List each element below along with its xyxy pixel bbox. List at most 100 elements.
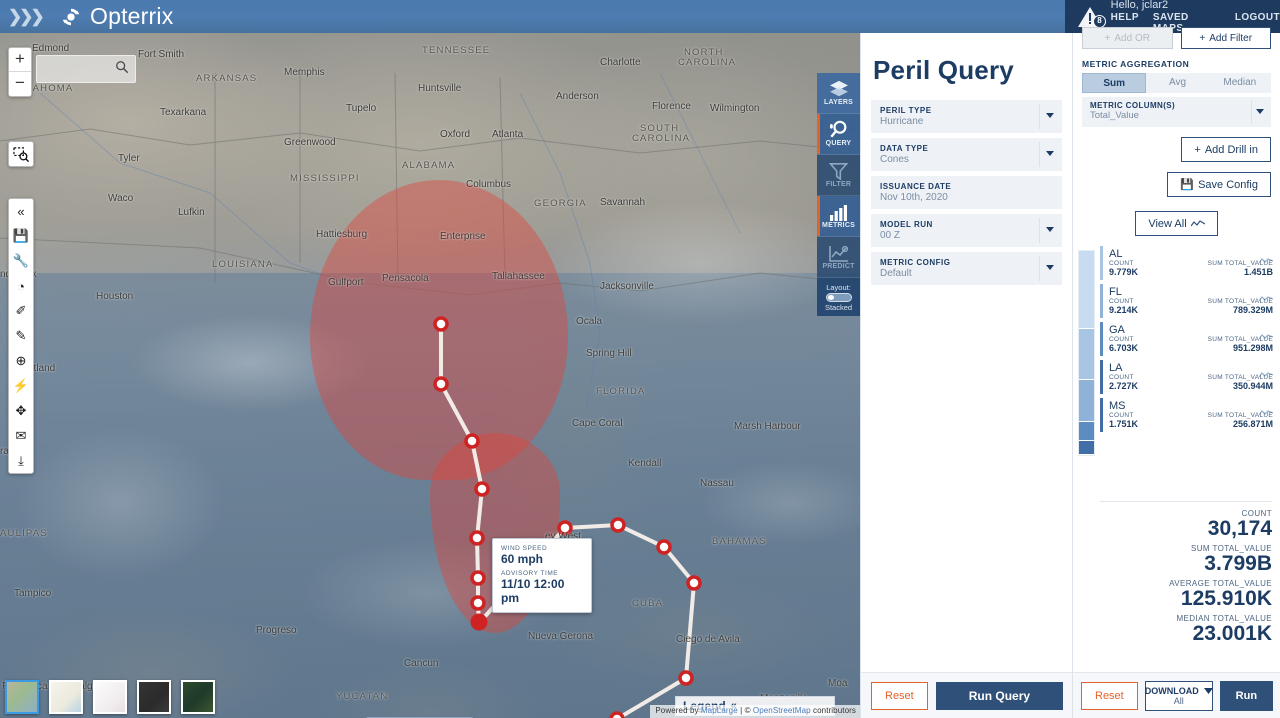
query-field-peril-type[interactable]: PERIL TYPE Hurricane (871, 100, 1062, 133)
query-field-data-type[interactable]: DATA TYPE Cones (871, 138, 1062, 171)
download-icon[interactable]: ⤓ (11, 452, 31, 470)
wrench-icon[interactable]: 🔧 (11, 252, 31, 270)
brand[interactable]: Opterrix (60, 3, 173, 30)
tab-layers[interactable]: LAYERS (817, 73, 860, 114)
tab-metrics[interactable]: METRICS (817, 196, 860, 237)
chevron-down-icon[interactable] (1046, 227, 1054, 232)
tab-label: METRICS (822, 222, 855, 229)
add-or-button[interactable]: + Add OR (1082, 27, 1173, 49)
topographic-basemap[interactable] (5, 680, 39, 714)
aggregation-option-avg[interactable]: Avg (1146, 73, 1208, 93)
add-or-label: Add OR (1114, 32, 1150, 44)
basemap-selector[interactable] (5, 680, 215, 714)
sum-label: SUM TOTAL_VALUE (1207, 374, 1273, 381)
tab-label: PREDICT (822, 263, 855, 270)
add-filter-button[interactable]: + Add Filter (1180, 27, 1271, 49)
map-tab-strip[interactable]: LAYERS QUERY FILTER METRICS PREDICT Layout: St… (817, 73, 860, 316)
metric-columns-value: Total_Value (1090, 110, 1139, 121)
query-reset-button[interactable]: Reset (871, 681, 928, 710)
stack-segment-fl[interactable] (1079, 328, 1094, 380)
expand-panel-icon[interactable]: ❯❯❯ (8, 7, 45, 27)
stack-segment-la[interactable] (1079, 422, 1094, 442)
state-stacked-bar[interactable] (1078, 250, 1095, 456)
stack-segment-ga[interactable] (1079, 379, 1094, 423)
chevron-down-icon[interactable] (1256, 109, 1264, 114)
run-query-button[interactable]: Run Query (935, 681, 1063, 710)
save-config-button[interactable]: 💾 Save Config (1167, 172, 1271, 197)
aggregation-option-sum[interactable]: Sum (1082, 73, 1147, 93)
sum-label: SUM TOTAL_VALUE (1207, 412, 1273, 419)
view-all-button[interactable]: View All (1135, 211, 1218, 236)
stack-segment-al[interactable] (1079, 251, 1094, 329)
zoom-control[interactable]: + − (8, 47, 32, 97)
funnel-icon (829, 162, 848, 180)
cloud-eye-icon[interactable]: ◔ (11, 277, 31, 295)
state-list[interactable]: AL COUNT 9.779K SUM TOTAL_VALUE 1.451B FL COUN… (1100, 246, 1276, 436)
field-value: Default (880, 268, 912, 279)
divider (1039, 142, 1040, 167)
state-abbr: AL (1109, 248, 1123, 260)
tab-filter[interactable]: FILTER (817, 155, 860, 196)
state-row[interactable]: GA COUNT 6.703K SUM TOTAL_VALUE 951.298M (1100, 322, 1276, 356)
divider (1251, 100, 1252, 124)
map-tool-tray[interactable]: « 💾 🔧 ◔ ✐ ✎ ⊕ ⚡ ✥ ✉ ⤓ (8, 198, 34, 474)
toggle-switch[interactable] (825, 292, 852, 302)
query-field-model-run[interactable]: MODEL RUN 00 Z (871, 214, 1062, 247)
map-attribution: Powered by MapLarge | © OpenStreetMap co… (650, 705, 860, 718)
dark-basemap[interactable] (137, 680, 171, 714)
tab-query[interactable]: QUERY (817, 114, 860, 155)
street-basemap[interactable] (93, 680, 127, 714)
wind-speed-label: WIND SPEED (501, 545, 548, 552)
state-row[interactable]: FL COUNT 9.214K SUM TOTAL_VALUE 789.329M (1100, 284, 1276, 318)
total-value: 30,174 (1207, 517, 1272, 540)
stack-segment-ms[interactable] (1079, 441, 1094, 455)
zoom-out-button[interactable]: − (9, 72, 31, 96)
openstreetmap-link[interactable]: OpenStreetMap (753, 706, 811, 715)
floppy-disk-icon: 💾 (1180, 179, 1195, 191)
field-label: DATA TYPE (880, 144, 929, 153)
query-field-metric-config[interactable]: METRIC CONFIG Default (871, 252, 1062, 285)
metric-aggregation-toggle[interactable]: Sum Avg Median (1082, 73, 1271, 93)
total-value: 23.001K (1192, 622, 1272, 646)
zoom-in-button[interactable]: + (9, 48, 31, 72)
aggregation-option-median[interactable]: Median (1209, 73, 1271, 93)
state-row[interactable]: LA COUNT 2.727K SUM TOTAL_VALUE 350.944M (1100, 360, 1276, 394)
note-edit-icon[interactable]: ✎ (11, 327, 31, 345)
maplarge-link[interactable]: MapLarge (701, 706, 738, 715)
layout-label: Layout: (826, 282, 851, 292)
box-select-search-icon[interactable] (8, 141, 34, 167)
metric-columns-field[interactable]: METRIC COLUMN(S) Total_Value (1082, 97, 1271, 127)
metrics-panel: + Add OR + Add Filter METRIC AGGREGATION… (1072, 27, 1280, 718)
metrics-run-button[interactable]: Run (1219, 680, 1273, 711)
advisory-time-label: ADVISORY TIME (501, 570, 559, 577)
collapse-toolbar-icon[interactable]: « (11, 202, 31, 220)
map-search-box[interactable] (36, 55, 136, 83)
chevron-down-icon[interactable] (1046, 113, 1054, 118)
satellite-basemap[interactable] (181, 680, 215, 714)
state-row[interactable]: MS COUNT 1.751K SUM TOTAL_VALUE 256.871M (1100, 398, 1276, 432)
chevron-down-icon[interactable] (1046, 151, 1054, 156)
draw-pen-icon[interactable]: ✐ (11, 302, 31, 320)
map-canvas[interactable]: Edmond Fort Smith TENNESSEE Memphis Charlott… (0, 33, 860, 718)
magnifier-icon (829, 120, 849, 139)
layout-toggle[interactable]: Layout: Stacked (817, 278, 860, 316)
light-basemap[interactable] (49, 680, 83, 714)
field-value: 00 Z (880, 230, 901, 241)
brand-name: Opterrix (90, 3, 174, 29)
count-value: 9.779K (1109, 267, 1139, 277)
lightning-icon[interactable]: ⚡ (11, 377, 31, 395)
twitter-icon[interactable]: ✉ (11, 427, 31, 445)
download-dropdown[interactable]: DOWNLOAD All (1144, 680, 1213, 711)
sum-label: SUM TOTAL_VALUE (1207, 336, 1273, 343)
metrics-reset-button[interactable]: Reset (1081, 681, 1138, 710)
state-row[interactable]: AL COUNT 9.779K SUM TOTAL_VALUE 1.451B (1100, 246, 1276, 280)
sum-value: 350.944M (1232, 381, 1273, 391)
chevron-down-icon[interactable] (1046, 265, 1054, 270)
save-icon[interactable]: 💾 (11, 227, 31, 245)
pan-move-icon[interactable]: ✥ (11, 402, 31, 420)
tab-predict[interactable]: PREDICT (817, 237, 860, 278)
count-label: COUNT (1109, 336, 1134, 343)
add-drill-in-button[interactable]: + Add Drill in (1181, 137, 1271, 162)
globe-icon[interactable]: ⊕ (11, 352, 31, 370)
query-field-issuance-date[interactable]: ISSUANCE DATE Nov 10th, 2020 (871, 176, 1062, 209)
